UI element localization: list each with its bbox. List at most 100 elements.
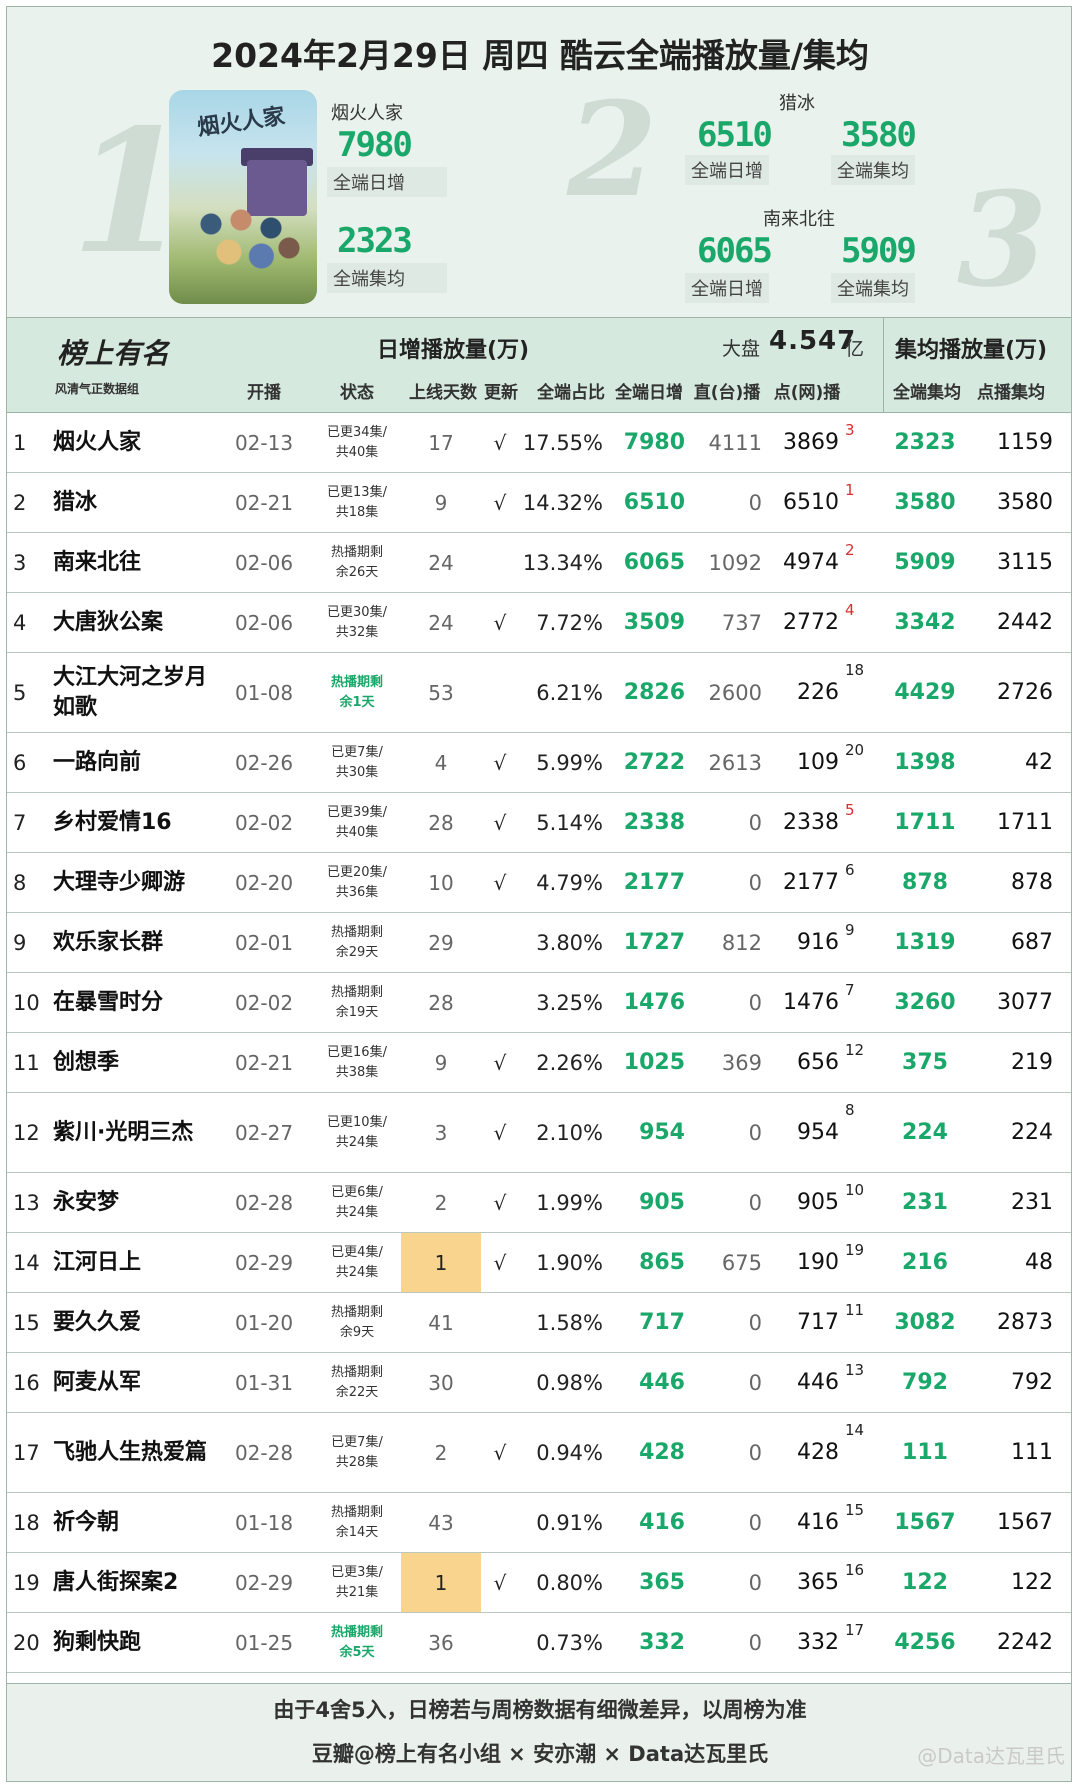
net-views-cell: 2177 — [783, 870, 839, 895]
net-rank-cell: 17 — [845, 1621, 865, 1639]
table-row: 11 创想季 02-21 9 √ 2.26% 1025 369 656 12 375 219 已更16集… — [7, 1033, 1071, 1093]
col-days: 上线天数 — [409, 383, 477, 403]
status-line: 已更6集/ — [331, 1185, 383, 1200]
premiere-date-cell: 02-02 — [234, 810, 294, 835]
avg-views-cell: 216 — [902, 1250, 948, 1275]
rank-cell: 5 — [13, 680, 27, 705]
net-views-cell: 226 — [797, 680, 839, 705]
daily-views-cell: 2826 — [623, 680, 685, 705]
tv-views-cell: 2600 — [708, 680, 762, 705]
status-line: 共24集 — [335, 1204, 379, 1220]
premiere-date-cell: 02-27 — [234, 1120, 294, 1145]
col-avg: 全端集均 — [893, 383, 961, 403]
col-status: 状态 — [340, 383, 374, 403]
premiere-date-cell: 02-01 — [234, 930, 294, 955]
net-avg-cell: 3580 — [997, 490, 1053, 515]
avg-views-cell: 1711 — [894, 810, 956, 835]
status-line: 热播期剩 — [330, 1365, 383, 1380]
status-cell: 热播期剩 余14天 — [312, 1493, 402, 1552]
online-days-cell: 2 — [434, 1440, 448, 1465]
group-logo: 榜上有名 风清气正数据组 — [27, 332, 217, 402]
net-rank-cell: 10 — [845, 1181, 865, 1199]
net-avg-cell: 48 — [1025, 1250, 1053, 1275]
rank-cell: 10 — [13, 990, 40, 1015]
share-cell: 6.21% — [536, 680, 603, 705]
online-days-cell: 17 — [428, 430, 454, 455]
online-days-cell: 41 — [428, 1310, 454, 1335]
status-cell: 已更7集/共28集 — [312, 1413, 402, 1492]
status-line: 热播期剩 — [330, 1305, 383, 1320]
avg-views-cell: 792 — [902, 1370, 948, 1395]
online-days-cell: 43 — [428, 1510, 454, 1535]
update-mark-cell: √ — [493, 870, 507, 895]
daily-views-cell: 2338 — [623, 810, 685, 835]
avg-views-cell: 375 — [902, 1050, 948, 1075]
rank-cell: 11 — [13, 1050, 40, 1075]
status-line: 热播期剩 — [330, 1625, 383, 1640]
daily-views-cell: 6510 — [623, 490, 685, 515]
status-line: 余22天 — [335, 1384, 379, 1400]
rank-cell: 20 — [13, 1630, 40, 1655]
second-daily-label: 全端日增 — [685, 155, 769, 185]
logo-subtitle: 风清气正数据组 — [55, 382, 140, 396]
rank-cell: 13 — [13, 1190, 40, 1215]
online-days-cell: 36 — [428, 1630, 454, 1655]
group-avg-heading: 集均播放量(万) — [895, 338, 1048, 363]
online-days-cell: 3 — [434, 1120, 448, 1145]
net-views-cell: 428 — [797, 1440, 839, 1465]
net-avg-cell: 42 — [1025, 750, 1053, 775]
avg-views-cell: 3342 — [894, 610, 956, 635]
net-avg-cell: 1567 — [997, 1510, 1053, 1535]
share-cell: 2.26% — [536, 1050, 603, 1075]
table-row: 1 烟火人家 02-13 17 √ 17.55% 7980 4111 3869 3 2323 1159… — [7, 413, 1071, 473]
status-line: 共18集 — [335, 504, 379, 520]
show-name-cell: 狗剩快跑 — [53, 1629, 142, 1655]
net-avg-cell: 2873 — [997, 1310, 1053, 1335]
premiere-date-cell: 02-28 — [234, 1190, 294, 1215]
tv-views-cell: 0 — [748, 1440, 762, 1465]
net-avg-cell: 3077 — [997, 990, 1053, 1015]
top3-header: 2024年2月29日 周四 酷云全端播放量/集均 1 2 3 烟火人家 烟火人家… — [7, 7, 1071, 317]
net-rank-cell: 5 — [845, 801, 855, 819]
poster-crowd — [187, 200, 307, 280]
online-days-cell: 30 — [428, 1370, 454, 1395]
status-line: 已更30集/ — [327, 605, 387, 620]
daily-views-cell: 865 — [639, 1250, 685, 1275]
dapan-unit: 亿 — [845, 338, 865, 360]
avg-views-cell: 231 — [902, 1190, 948, 1215]
net-rank-cell: 6 — [845, 861, 855, 879]
rank-cell: 4 — [13, 610, 27, 635]
update-mark-cell: √ — [493, 1440, 507, 1465]
net-rank-cell: 12 — [845, 1041, 865, 1059]
net-rank-cell: 19 — [845, 1241, 865, 1259]
tv-views-cell: 0 — [748, 1120, 762, 1145]
status-line: 共36集 — [335, 884, 379, 900]
table-row: 12 紫川·光明三杰 02-27 3 √ 2.10% 954 0 954 8 224 224 已更10集… — [7, 1093, 1071, 1173]
first-daily-label: 全端日增 — [327, 167, 447, 197]
col-share: 全端占比 — [537, 383, 605, 403]
share-cell: 0.98% — [536, 1370, 603, 1395]
rank-cell: 9 — [13, 930, 27, 955]
weibo-watermark: @Data达瓦里氏 — [917, 1744, 1065, 1768]
second-daily: 6510 — [697, 115, 773, 155]
net-rank-cell: 15 — [845, 1501, 865, 1519]
show-name-cell: 创想季 — [53, 1049, 120, 1075]
premiere-date-cell: 01-20 — [234, 1310, 294, 1335]
update-mark-cell — [485, 913, 515, 972]
table-row: 8 大理寺少卿游 02-20 10 √ 4.79% 2177 0 2177 6 878 878 已更20… — [7, 853, 1071, 913]
table-row: 16 阿麦从军 01-31 30 0.98% 446 0 446 13 792 792 热播期剩 余22… — [7, 1353, 1071, 1413]
status-line: 余19天 — [335, 1004, 379, 1020]
tv-views-cell: 737 — [721, 610, 762, 635]
rank-cell: 3 — [13, 550, 27, 575]
online-days-cell: 24 — [428, 610, 454, 635]
status-line: 余5天 — [339, 1644, 375, 1660]
net-views-cell: 446 — [797, 1370, 839, 1395]
premiere-date-cell: 02-29 — [234, 1250, 294, 1275]
status-line: 已更4集/ — [331, 1245, 383, 1260]
share-cell: 1.99% — [536, 1190, 603, 1215]
show-name-cell: 乡村爱情16 — [53, 809, 172, 835]
rank-cell: 1 — [13, 430, 27, 455]
online-days-cell: 53 — [428, 680, 454, 705]
share-cell: 13.34% — [522, 550, 603, 575]
online-days-cell: 28 — [428, 990, 454, 1015]
